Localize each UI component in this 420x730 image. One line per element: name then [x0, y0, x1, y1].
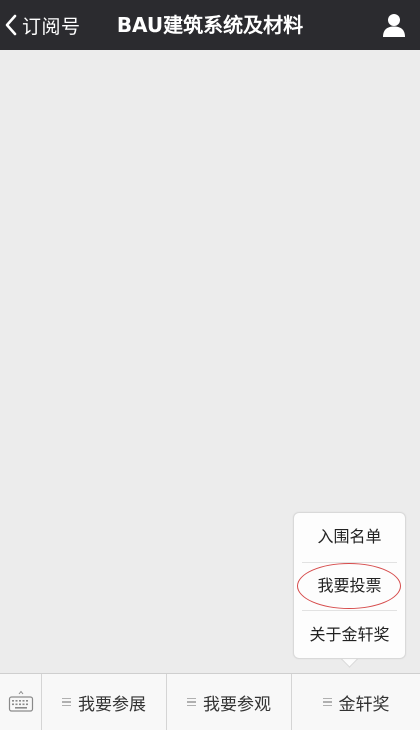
menu-lines-icon	[62, 698, 71, 706]
back-label: 订阅号	[22, 15, 81, 38]
bottom-menu-bar: 我要参展 我要参观 金轩奖	[0, 673, 420, 730]
tab-visit[interactable]: 我要参观	[167, 674, 292, 730]
tab-exhibit[interactable]: 我要参展	[42, 674, 167, 730]
page-title: BAU建筑系统及材料	[116, 13, 304, 37]
header-bar: 订阅号 BAU建筑系统及材料	[0, 0, 420, 50]
submenu-item-about-award[interactable]: 关于金轩奖	[294, 611, 405, 659]
submenu-item-finalists[interactable]: 入围名单	[294, 513, 405, 561]
tab-label: 我要参观	[203, 694, 271, 715]
chevron-left-icon	[5, 14, 17, 36]
keyboard-icon	[8, 690, 33, 712]
keyboard-toggle-button[interactable]	[0, 674, 42, 730]
tab-golden-award[interactable]: 金轩奖	[292, 674, 420, 730]
highlight-circle	[297, 563, 401, 609]
person-icon	[383, 14, 405, 37]
tab-label: 金轩奖	[338, 694, 390, 715]
tab-label: 我要参展	[78, 694, 146, 715]
menu-lines-icon	[322, 698, 332, 706]
back-button[interactable]: 订阅号	[4, 0, 81, 50]
profile-button[interactable]	[380, 11, 408, 39]
menu-lines-icon	[187, 698, 196, 706]
